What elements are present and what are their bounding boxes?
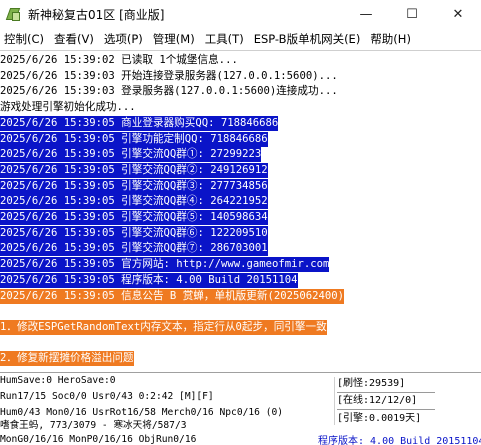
menu-options[interactable]: 选项(P) — [99, 31, 148, 47]
log-line: 2025/6/26 15:39:05 商业登录器购买QQ: 718846686 — [0, 116, 279, 131]
window-controls: — ☐ ✕ — [343, 0, 481, 29]
status-separator — [337, 392, 435, 393]
log-line: 2025/6/26 15:39:05 引擎交流QQ群⑦: 286703001 — [0, 241, 268, 256]
log-line: 2025/6/26 15:39:05 引擎交流QQ群⑤: 140598634 — [0, 210, 268, 225]
log-line: 2025/6/26 15:39:05 引擎功能定制QQ: 718846686 — [0, 132, 268, 147]
log-line: 游戏处理引擎初始化成功... — [0, 101, 136, 113]
menu-view[interactable]: 查看(V) — [49, 31, 99, 47]
log-line: 2025/6/26 15:39:03 登录服务器(127.0.0.1:5600)… — [0, 85, 338, 97]
status-hum-line: Hum0/43 Mon0/16 UsrRot16/58 Merch0/16 Np… — [0, 407, 284, 418]
log-line: 2025/6/26 15:39:05 程序版本: 4.00 Build 2015… — [0, 273, 298, 288]
maximize-button[interactable]: ☐ — [389, 0, 435, 29]
log-line: 2025/6/26 15:39:03 开始连接登录服务器(127.0.0.1:5… — [0, 70, 338, 82]
menu-esp-gateway[interactable]: ESP-B版单机网关(E) — [249, 31, 366, 47]
log-output[interactable]: 2025/6/26 15:39:02 已读取 1个城堡信息... 2025/6/2… — [0, 50, 481, 372]
log-line: 2025/6/26 15:39:05 官方网站: http://www.game… — [0, 257, 330, 272]
engine-uptime: [引擎:0.0019天] — [337, 413, 422, 424]
menu-manage[interactable]: 管理(M) — [148, 31, 200, 47]
menu-help[interactable]: 帮助(H) — [365, 31, 416, 47]
menu-tools[interactable]: 工具(T) — [200, 31, 249, 47]
log-line: 2025/6/26 15:39:05 引擎交流QQ群③: 277734856 — [0, 179, 268, 194]
title-bar: 新神秘复古01区 [商业版] — ☐ ✕ — [0, 0, 481, 29]
close-button[interactable]: ✕ — [435, 0, 481, 29]
refresh-counter: [刷怪:29539] — [337, 378, 406, 389]
online-counter: [在线:12/12/0] — [337, 395, 418, 406]
version-label: 程序版本: 4.00 Build 20151104 — [318, 436, 481, 445]
menu-bar: 控制(C) 查看(V) 选项(P) 管理(M) 工具(T) ESP-B版单机网关… — [0, 29, 481, 49]
status-divider — [334, 377, 335, 425]
status-panel: HumSave:0 HeroSave:0 Run17/15 Soc0/0 Usr… — [0, 372, 481, 445]
status-monster-line: 嗜食王蚂, 773/3079 - 寒冰天将/587/3 — [0, 420, 187, 431]
log-line: 2．修复新摆摊价格溢出问题 — [0, 351, 134, 366]
status-save-line: HumSave:0 HeroSave:0 — [0, 375, 116, 386]
log-line: 2025/6/26 15:39:02 已读取 1个城堡信息... — [0, 54, 238, 66]
log-line: 2025/6/26 15:39:05 信息公告 B 赏蝉，单机版更新(20250… — [0, 289, 344, 304]
log-line: 2025/6/26 15:39:05 引擎交流QQ群⑥: 122209510 — [0, 226, 268, 241]
minimize-button[interactable]: — — [343, 0, 389, 29]
menu-control[interactable]: 控制(C) — [0, 31, 49, 47]
status-run-line: Run17/15 Soc0/0 Usr0/43 0:2:42 [M][F] — [0, 391, 214, 402]
log-line: 2025/6/26 15:39:05 引擎交流QQ群④: 264221952 — [0, 194, 268, 209]
log-line: 2025/6/26 15:39:05 引擎交流QQ群①: 27299223 — [0, 147, 262, 162]
status-separator — [337, 409, 435, 410]
log-line: 2025/6/26 15:39:05 引擎交流QQ群②: 249126912 — [0, 163, 268, 178]
status-mong-line: MonG0/16/16 MonP0/16/16 ObjRun0/16 — [0, 434, 197, 445]
window-title: 新神秘复古01区 [商业版] — [28, 8, 165, 22]
app-icon — [5, 7, 22, 23]
log-line: 1．修改ESPGetRandomText内存文本，指定行从0起步，同引擎一致 — [0, 320, 327, 335]
